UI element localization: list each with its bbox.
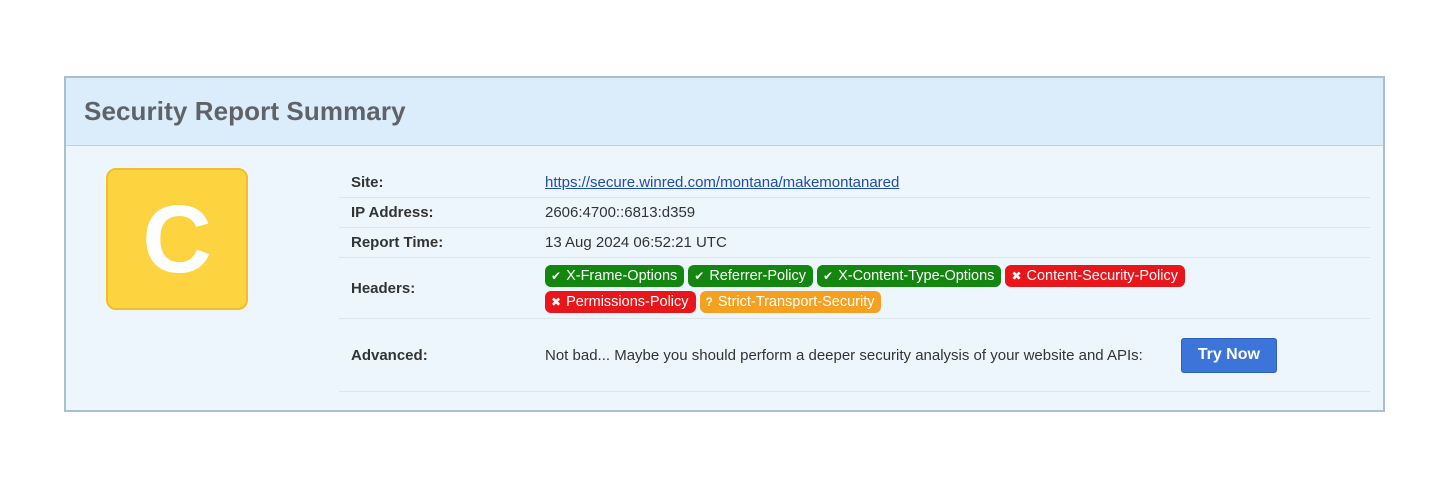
table-row-report-time: Report Time: 13 Aug 2024 06:52:21 UTC [339,228,1370,258]
check-icon: ✔ [551,269,562,283]
grade-badge: C [106,168,248,310]
header-badge: ✖ Content-Security-Policy [1005,265,1185,287]
header-badge: ? Strict-Transport-Security [699,291,882,313]
header-badge: ✔ X-Content-Type-Options [817,265,1002,287]
header-badge: ✖ Permissions-Policy [545,291,696,313]
site-link[interactable]: https://secure.winred.com/montana/makemo… [545,174,899,191]
ip-value: 2606:4700::6813:d359 [545,204,696,221]
try-now-button[interactable]: Try Now [1180,337,1277,373]
table-row-ip: IP Address: 2606:4700::6813:d359 [339,198,1370,228]
table-row-site: Site: https://secure.winred.com/montana/… [339,168,1370,198]
check-icon: ✔ [694,269,705,283]
table-row-headers: Headers: ✔ X-Frame-Options ✔ Referrer-Polic… [339,258,1370,319]
table-row-advanced: Advanced: Not bad... Maybe you should pe… [339,319,1370,392]
grade-letter: C [142,186,212,293]
ip-label: IP Address: [351,204,434,221]
headers-label: Headers: [351,279,416,297]
check-icon: ✔ [823,269,834,283]
header-badge-label: Content-Security-Policy [1026,268,1179,284]
header-badge-label: Strict-Transport-Security [717,294,875,310]
report-time-value: 13 Aug 2024 06:52:21 UTC [545,234,727,251]
header-badge-label: Referrer-Policy [709,268,807,284]
header-badge-label: X-Content-Type-Options [838,268,995,284]
cross-icon: ✖ [1011,269,1022,283]
security-report-panel: Security Report Summary C Site: https://… [64,76,1385,412]
site-label: Site: [351,174,384,191]
advanced-text: Not bad... Maybe you should perform a de… [545,346,1143,364]
report-title: Security Report Summary [84,96,406,126]
question-icon: ? [705,295,713,309]
report-time-label: Report Time: [351,234,444,251]
header-badge: ✔ Referrer-Policy [688,265,814,287]
report-details-table: Site: https://secure.winred.com/montana/… [339,168,1370,392]
cross-icon: ✖ [551,295,562,309]
header-badge-label: Permissions-Policy [566,294,689,310]
report-header: Security Report Summary [66,78,1383,146]
advanced-label: Advanced: [351,346,428,364]
header-badges: ✔ X-Frame-Options ✔ Referrer-Policy ✔ X-Conte… [545,263,1245,313]
header-badge-label: X-Frame-Options [566,268,678,284]
header-badge: ✔ X-Frame-Options [545,265,685,287]
